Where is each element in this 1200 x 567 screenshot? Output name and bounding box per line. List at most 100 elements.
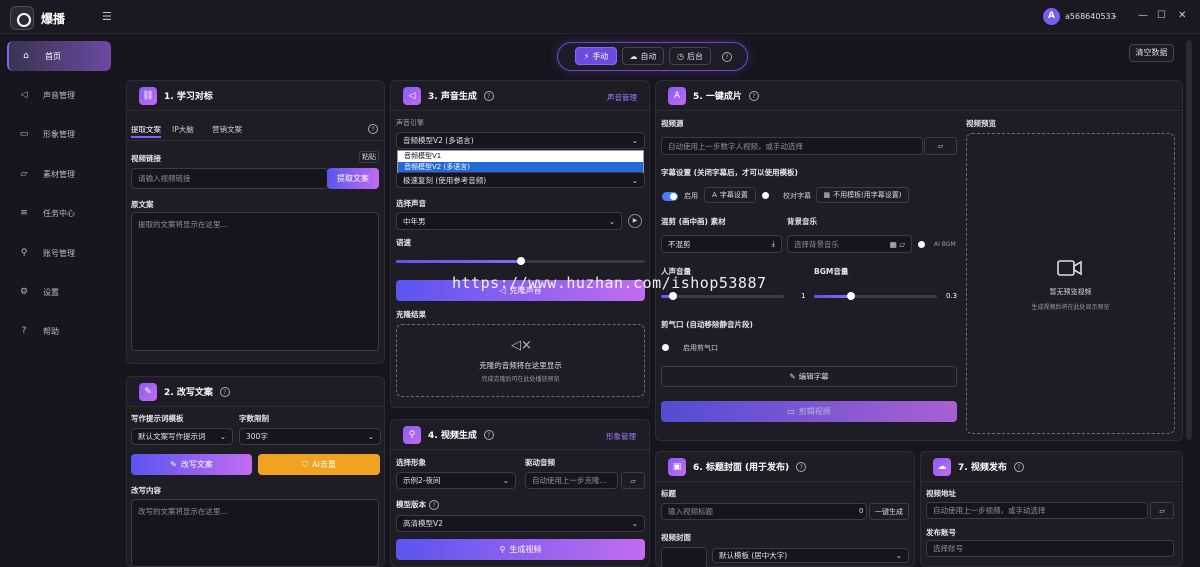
content-textarea[interactable]: 改写的文案将显示在这里... bbox=[131, 499, 379, 567]
cover-template-select[interactable]: 默认模板 (居中大字) ⌄ bbox=[712, 548, 909, 563]
bgm-select[interactable]: 选择背景音乐 ▦ ▱ bbox=[787, 235, 912, 253]
close-button[interactable]: ✕ bbox=[1178, 10, 1186, 21]
dropdown-option[interactable]: 音频模型V1 bbox=[398, 151, 643, 162]
username[interactable]: a568640533 bbox=[1065, 12, 1116, 21]
limit-select[interactable]: 300字 ⌄ bbox=[239, 428, 381, 445]
subtitle-toggle[interactable] bbox=[662, 192, 678, 201]
result-text: 克隆的音频将在这里显示 bbox=[479, 361, 562, 370]
clock-icon: ◷ bbox=[677, 51, 684, 61]
rewrite-button[interactable]: ✎ 改写文案 bbox=[131, 454, 252, 475]
folder-icon[interactable]: ▱ bbox=[1150, 502, 1174, 519]
help-icon[interactable]: ? bbox=[796, 461, 807, 472]
menu-toggle-icon[interactable]: ☰ bbox=[102, 10, 112, 23]
account-input[interactable]: 选择账号 bbox=[926, 540, 1174, 557]
result-label: 克隆结果 bbox=[396, 310, 426, 319]
avatar-select-label: 选择形象 bbox=[396, 458, 426, 467]
audio-input[interactable]: 自动使用上一步克隆... bbox=[525, 472, 618, 489]
panel-header: A 5. 一键成片? bbox=[656, 81, 1182, 111]
scrollbar[interactable] bbox=[1186, 40, 1192, 440]
proofread-label[interactable]: 校对字幕 bbox=[783, 191, 811, 201]
bgm-volume-slider[interactable] bbox=[814, 292, 937, 300]
model-select[interactable]: 高清模型V2 ⌄ bbox=[396, 515, 645, 532]
voice-manage-link[interactable]: 声音管理 bbox=[607, 92, 637, 103]
ai-dedupe-button[interactable]: ⛉ AI去重 bbox=[258, 454, 380, 475]
sidebar-item-accounts[interactable]: ⚲ 账号管理 bbox=[7, 238, 111, 268]
play-icon[interactable]: ▶ bbox=[628, 214, 642, 228]
slider-knob[interactable] bbox=[516, 257, 525, 265]
voice-volume-slider[interactable] bbox=[661, 292, 784, 300]
slider-fill bbox=[396, 260, 521, 263]
maximize-button[interactable]: ☐ bbox=[1157, 10, 1166, 21]
bgm-label: 背景音乐 bbox=[787, 217, 817, 226]
sidebar-item-label: 任务中心 bbox=[43, 208, 75, 218]
panel-title: 7. 视频发布 bbox=[958, 463, 1007, 473]
sidebar-item-help[interactable]: ? 帮助 bbox=[7, 316, 111, 346]
paste-button[interactable]: 粘贴 bbox=[359, 151, 379, 163]
slider-knob[interactable] bbox=[846, 292, 855, 300]
tab-marketing[interactable]: 营销文案 bbox=[212, 124, 242, 135]
mode-auto-button[interactable]: ☁ 自动 bbox=[622, 47, 664, 65]
video-source-label: 视频源 bbox=[661, 119, 684, 128]
ai-bgm-radio[interactable] bbox=[918, 241, 925, 248]
button-label: 字幕设置 bbox=[719, 191, 748, 199]
engine-select[interactable]: 音频模型V2 (多语言) ⌄ bbox=[396, 132, 645, 149]
source-textarea[interactable]: 提取的文案将显示在这里... bbox=[131, 212, 379, 351]
video-icon: ▭ bbox=[787, 407, 795, 416]
cut-radio[interactable] bbox=[662, 344, 669, 351]
upload-cloud-icon: ☁ bbox=[933, 457, 951, 476]
sidebar-item-label: 声音管理 bbox=[43, 90, 75, 100]
help-icon[interactable]: ? bbox=[483, 429, 494, 440]
help-icon[interactable]: ? bbox=[483, 90, 494, 101]
help-icon[interactable]: ? bbox=[368, 124, 378, 134]
sidebar-item-home[interactable]: ⌂ 首页 bbox=[7, 41, 111, 71]
mode-background-button[interactable]: ◷ 后台 bbox=[669, 47, 711, 65]
title-input[interactable]: 输入视频标题 bbox=[661, 503, 867, 520]
avatar-manage-link[interactable]: 形象管理 bbox=[606, 431, 636, 442]
tab-ip-brain[interactable]: IP大脑 bbox=[172, 124, 194, 135]
help-icon[interactable]: ? bbox=[429, 500, 439, 510]
upload-icon: ⤓ bbox=[771, 239, 775, 248]
help-icon[interactable]: ? bbox=[722, 52, 732, 62]
panel-title: 4. 视频生成 bbox=[428, 431, 477, 441]
mode-manual-button[interactable]: ⚡ 手动 bbox=[575, 47, 617, 65]
speed-slider[interactable] bbox=[396, 257, 645, 265]
extract-button[interactable]: 提取文案 bbox=[327, 168, 379, 189]
subtitle-settings-button[interactable]: A 字幕设置 bbox=[704, 187, 756, 203]
folder-icon[interactable]: ▱ bbox=[924, 137, 957, 155]
sidebar-item-material[interactable]: ▱ 素材管理 bbox=[7, 159, 111, 189]
cut-enable-label[interactable]: 启用剪气口 bbox=[683, 343, 718, 353]
address-input[interactable]: 自动使用上一步视频，或手动选择 bbox=[926, 502, 1148, 519]
ai-bgm-label[interactable]: AI BGM bbox=[934, 241, 956, 248]
video-source-input[interactable]: 自动使用上一步数字人视频，或手动选择 bbox=[661, 137, 923, 155]
help-icon[interactable]: ? bbox=[748, 90, 759, 101]
template-select[interactable]: 默认文案写作提示词 ⌄ bbox=[131, 428, 233, 445]
avatar[interactable]: A bbox=[1043, 8, 1060, 25]
folder-icon[interactable]: ▱ bbox=[621, 472, 645, 489]
chevron-down-icon[interactable]: ⌄ bbox=[1111, 11, 1119, 21]
sidebar-item-voice[interactable]: ◁ 声音管理 bbox=[7, 80, 111, 110]
help-icon[interactable]: ? bbox=[219, 386, 230, 397]
avatar-select[interactable]: 示例2-夜间 ⌄ bbox=[396, 472, 516, 489]
fast-clone-select[interactable]: 极速复刻 (使用参考音频) ⌄ bbox=[396, 172, 645, 188]
help-icon[interactable]: ? bbox=[1013, 461, 1024, 472]
cover-thumbnail[interactable] bbox=[661, 547, 707, 567]
slider-fill bbox=[814, 295, 851, 298]
user-icon: ⚲ bbox=[403, 425, 421, 444]
sidebar-item-settings[interactable]: ⚙ 设置 bbox=[7, 277, 111, 307]
sidebar-item-tasks[interactable]: ≡ 任务中心 bbox=[7, 198, 111, 228]
generate-video-button[interactable]: ⚲ 生成视频 bbox=[396, 539, 645, 560]
minimize-button[interactable]: — bbox=[1138, 10, 1148, 21]
sidebar-item-avatar[interactable]: ▭ 形象管理 bbox=[7, 119, 111, 149]
folder-icon: ▱ bbox=[20, 169, 28, 179]
no-template-button[interactable]: ▦ 不用模板(用字幕设置) bbox=[816, 187, 909, 203]
proofread-radio[interactable] bbox=[762, 192, 769, 199]
voice-select[interactable]: 中年男 ⌄ bbox=[396, 212, 622, 230]
chevron-down-icon: ⌄ bbox=[367, 432, 374, 441]
edit-video-button[interactable]: ▭ 剪辑视频 bbox=[661, 401, 957, 422]
tab-extract[interactable]: 提取文案 bbox=[131, 124, 161, 135]
pip-select[interactable]: 不混剪 ⤓ bbox=[661, 235, 782, 253]
video-link-input[interactable]: 请输入视频链接 bbox=[131, 168, 328, 189]
edit-subtitle-button[interactable]: ✎ 编辑字幕 bbox=[661, 366, 957, 387]
auto-generate-button[interactable]: 一键生成 bbox=[869, 503, 909, 520]
clear-data-button[interactable]: 清空数据 bbox=[1129, 44, 1174, 62]
